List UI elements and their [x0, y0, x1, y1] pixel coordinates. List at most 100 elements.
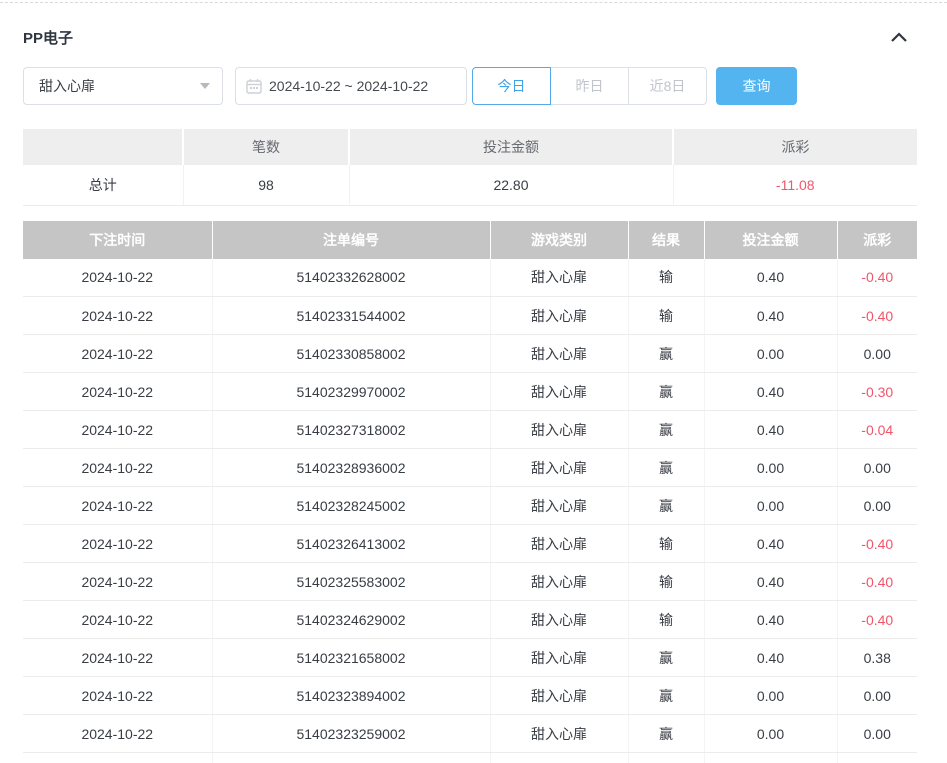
payout-cell: 0.00	[837, 449, 917, 487]
result-cell: 赢	[628, 753, 704, 763]
game-type-cell: 甜入心扉	[490, 259, 628, 297]
result-cell: 输	[628, 525, 704, 563]
order-id-cell: 51402332628002	[212, 259, 490, 297]
summary-payout-value: -11.08	[673, 165, 917, 205]
table-row: 2024-10-2251402323894002甜入心扉赢0.000.00	[23, 677, 917, 715]
summary-table: 笔数 投注金额 派彩 总计 98 22.80 -11.08	[23, 129, 917, 206]
order-id-cell: 51402323259002	[212, 715, 490, 753]
bet-amount-cell	[704, 753, 837, 763]
bet-amount-cell: 0.40	[704, 525, 837, 563]
date-range-value: 2024-10-22 ~ 2024-10-22	[269, 78, 428, 94]
summary-header-payout: 派彩	[673, 129, 917, 165]
summary-count-value: 98	[183, 165, 349, 205]
top-dashed-divider	[0, 2, 947, 3]
game-type-cell: 甜入心扉	[490, 411, 628, 449]
result-cell: 赢	[628, 335, 704, 373]
filter-bar: 甜入心扉 2024-10-22 ~ 2024-10-22 今日 昨日 近8日	[23, 67, 917, 105]
summary-header-bet-amount: 投注金额	[349, 129, 673, 165]
payout-cell: 0.00	[837, 677, 917, 715]
bet-amount-cell: 0.00	[704, 335, 837, 373]
bet-amount-cell: 0.40	[704, 563, 837, 601]
bet-amount-cell: 0.40	[704, 297, 837, 335]
bet-time-cell: 2024-10-22	[23, 715, 212, 753]
panel-header: PP电子	[23, 27, 917, 47]
result-cell: 赢	[628, 639, 704, 677]
order-id-cell: 51402327318002	[212, 411, 490, 449]
pp-games-panel: PP电子 甜入心扉 2024-1	[0, 27, 947, 763]
game-type-cell: 甜入心扉	[490, 335, 628, 373]
page-title: PP电子	[23, 27, 73, 48]
bet-amount-cell: 0.00	[704, 449, 837, 487]
bets-table-body: 2024-10-2251402332628002甜入心扉输0.40-0.4020…	[23, 259, 917, 763]
order-id-cell: 51402321658002	[212, 639, 490, 677]
order-id-cell: 51402324629002	[212, 601, 490, 639]
collapse-panel-button[interactable]	[889, 27, 909, 47]
bet-time-cell: 2024-10-22	[23, 373, 212, 411]
caret-down-icon	[200, 83, 210, 89]
summary-total-row: 总计 98 22.80 -11.08	[23, 165, 917, 205]
bet-amount-cell: 0.40	[704, 411, 837, 449]
bet-amount-cell: 0.00	[704, 677, 837, 715]
column-header-bet-time: 下注时间	[23, 221, 212, 259]
result-cell: 输	[628, 259, 704, 297]
bet-time-cell: 2024-10-22	[23, 563, 212, 601]
query-button[interactable]: 查询	[716, 67, 797, 105]
table-row: 2024-10-2251402324629002甜入心扉输0.40-0.40	[23, 601, 917, 639]
chevron-up-icon	[891, 32, 907, 42]
column-header-game-type: 游戏类别	[490, 221, 628, 259]
payout-cell	[837, 753, 917, 763]
bet-time-cell: 2024-10-22	[23, 259, 212, 297]
today-button[interactable]: 今日	[472, 67, 551, 105]
quick-date-button-group: 今日 昨日 近8日	[472, 67, 707, 105]
table-row: 2024-10-2251402330858002甜入心扉赢0.000.00	[23, 335, 917, 373]
result-cell: 赢	[628, 677, 704, 715]
order-id-cell: 51402328245002	[212, 487, 490, 525]
summary-header-blank	[23, 129, 183, 165]
payout-cell: -0.40	[837, 297, 917, 335]
column-header-order-id: 注单编号	[212, 221, 490, 259]
payout-cell: -0.30	[837, 373, 917, 411]
payout-cell: -0.40	[837, 525, 917, 563]
table-row: 2024-10-2251402329970002甜入心扉赢0.40-0.30	[23, 373, 917, 411]
payout-cell: -0.40	[837, 259, 917, 297]
result-cell: 赢	[628, 449, 704, 487]
bet-time-cell: 2024-10-22	[23, 297, 212, 335]
date-range-input[interactable]: 2024-10-22 ~ 2024-10-22	[235, 67, 467, 105]
bet-amount-cell: 0.00	[704, 487, 837, 525]
game-type-cell: 甜入心扉	[490, 525, 628, 563]
bet-amount-cell: 0.40	[704, 601, 837, 639]
order-id-cell: 51402328936002	[212, 449, 490, 487]
order-id-cell: 51402326413002	[212, 525, 490, 563]
bet-time-cell: 2024-10-22	[23, 677, 212, 715]
order-id-cell	[212, 753, 490, 763]
game-select[interactable]: 甜入心扉	[23, 67, 223, 105]
bet-amount-cell: 0.40	[704, 639, 837, 677]
game-type-cell: 甜入心扉	[490, 563, 628, 601]
table-row: 2024-10-2251402325583002甜入心扉输0.40-0.40	[23, 563, 917, 601]
game-type-cell: 甜入心扉	[490, 449, 628, 487]
bet-amount-cell: 0.00	[704, 715, 837, 753]
game-type-cell: 甜入心扉	[490, 297, 628, 335]
yesterday-button[interactable]: 昨日	[550, 67, 629, 105]
order-id-cell: 51402329970002	[212, 373, 490, 411]
result-cell: 赢	[628, 373, 704, 411]
bet-time-cell: 2024-10-22	[23, 487, 212, 525]
bet-time-cell: 2024-10-22	[23, 601, 212, 639]
table-row: 2024-10-2251402332628002甜入心扉输0.40-0.40	[23, 259, 917, 297]
result-cell: 赢	[628, 411, 704, 449]
game-type-cell: 甜入心扉	[490, 639, 628, 677]
game-select-value: 甜入心扉	[39, 76, 95, 96]
bet-time-cell: 2024-10-22	[23, 639, 212, 677]
table-row: 2024-10-2251402321658002甜入心扉赢0.400.38	[23, 639, 917, 677]
result-cell: 输	[628, 297, 704, 335]
last-8-days-button[interactable]: 近8日	[628, 67, 707, 105]
column-header-bet-amount: 投注金额	[704, 221, 837, 259]
bet-time-cell	[23, 753, 212, 763]
game-type-cell: 甜入心扉	[490, 601, 628, 639]
order-id-cell: 51402323894002	[212, 677, 490, 715]
payout-cell: 0.00	[837, 335, 917, 373]
table-row: 2024-10-2251402323259002甜入心扉赢0.000.00	[23, 715, 917, 753]
game-type-cell: 甜入心扉	[490, 753, 628, 763]
bets-table: 下注时间注单编号游戏类别结果投注金额派彩 2024-10-22514023326…	[23, 221, 917, 763]
bets-header-row: 下注时间注单编号游戏类别结果投注金额派彩	[23, 221, 917, 259]
